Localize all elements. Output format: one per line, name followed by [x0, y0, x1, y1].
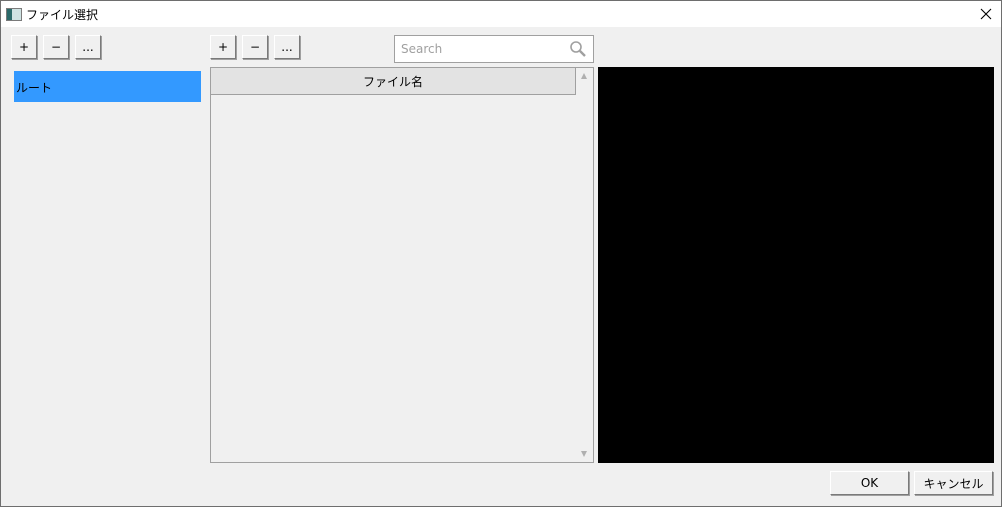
tree-more-button[interactable]: ... — [75, 35, 101, 59]
vertical-scrollbar[interactable] — [576, 68, 593, 462]
close-icon — [980, 8, 992, 20]
search-icon — [570, 41, 586, 57]
tree-remove-button[interactable]: − — [43, 35, 69, 59]
file-select-dialog: ファイル選択 + − ... ルート + − ... Search ファイル名 … — [0, 0, 1002, 507]
tree-item-label: ルート — [16, 81, 53, 95]
cancel-button[interactable]: キャンセル — [914, 471, 993, 495]
file-remove-button[interactable]: − — [242, 35, 268, 59]
tree-item-root[interactable]: ルート — [14, 71, 201, 102]
search-placeholder: Search — [401, 42, 443, 56]
scroll-down-icon[interactable] — [581, 451, 587, 457]
column-header-filename[interactable]: ファイル名 — [211, 68, 576, 95]
file-list[interactable]: ファイル名 — [210, 67, 594, 463]
window-title: ファイル選択 — [26, 8, 99, 22]
title-bar: ファイル選択 — [1, 1, 1001, 27]
scroll-up-icon[interactable] — [581, 73, 587, 79]
ok-button[interactable]: OK — [830, 471, 909, 495]
close-button[interactable] — [971, 1, 1001, 27]
file-add-button[interactable]: + — [210, 35, 236, 59]
preview-pane — [598, 67, 994, 463]
app-icon — [6, 8, 22, 21]
file-more-button[interactable]: ... — [274, 35, 300, 59]
search-input[interactable]: Search — [394, 35, 594, 63]
tree-add-button[interactable]: + — [11, 35, 37, 59]
